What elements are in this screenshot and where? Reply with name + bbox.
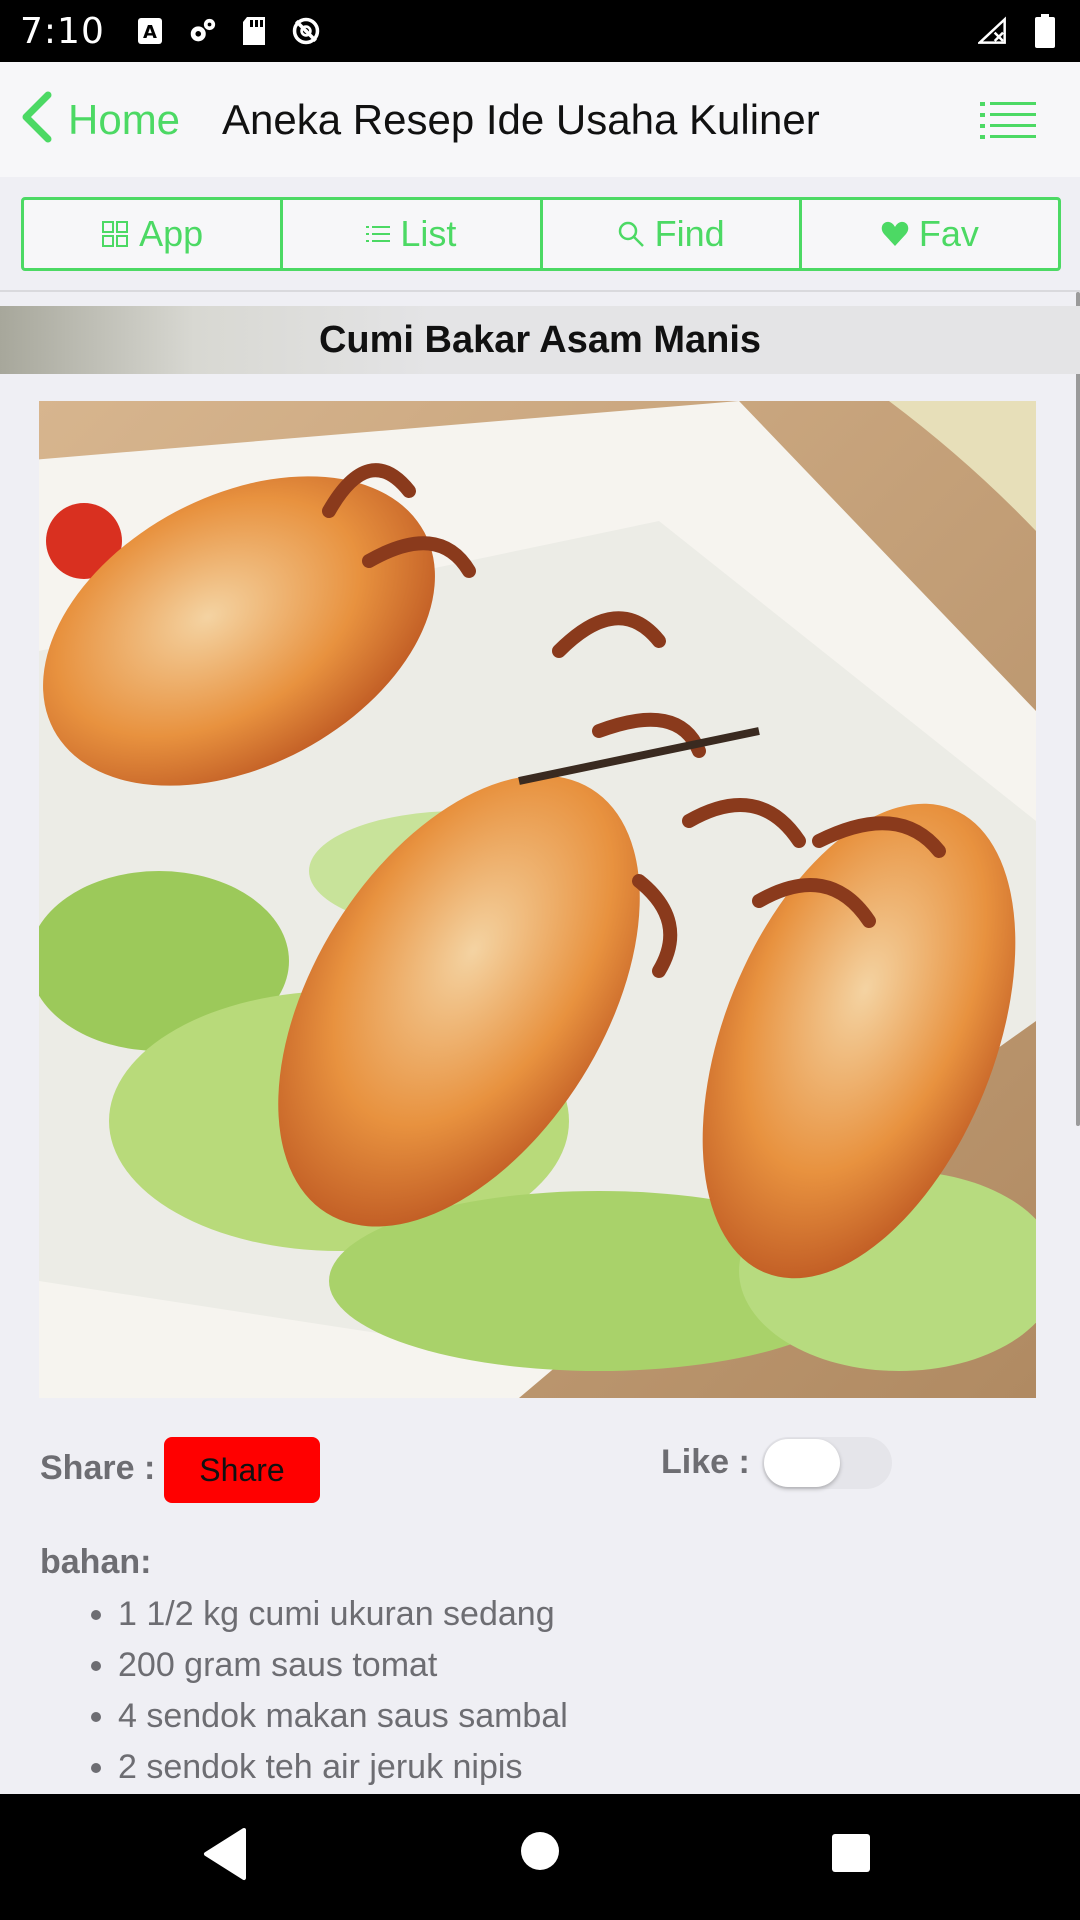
list-icon bbox=[366, 224, 391, 244]
system-home-button[interactable] bbox=[519, 1830, 561, 1877]
tab-find-label: Find bbox=[654, 213, 725, 254]
recipe-image bbox=[39, 401, 1036, 1398]
share-like-row: Share : Share Like : bbox=[40, 1437, 1040, 1503]
ingredient-item: 2 sendok teh air jeruk nipis bbox=[118, 1742, 568, 1793]
back-triangle-icon bbox=[200, 1828, 250, 1888]
segmented-tabs: App List Find Fav bbox=[21, 197, 1061, 271]
tab-list-label: List bbox=[400, 213, 457, 254]
home-circle-icon bbox=[519, 1832, 561, 1876]
like-toggle[interactable] bbox=[762, 1437, 892, 1489]
like-toggle-knob bbox=[764, 1439, 840, 1487]
heart-icon bbox=[881, 221, 909, 247]
no-sync-icon bbox=[291, 16, 321, 46]
ingredient-item: 200 gram saus tomat bbox=[118, 1640, 568, 1691]
scrollbar[interactable] bbox=[1076, 292, 1080, 1126]
back-label: Home bbox=[68, 95, 181, 143]
list-menu-button[interactable] bbox=[980, 100, 1038, 140]
status-time: 7:10 bbox=[20, 10, 105, 52]
search-icon bbox=[617, 220, 645, 248]
sd-card-icon bbox=[239, 16, 269, 46]
status-right-icons bbox=[978, 14, 1060, 48]
navigation-header: Home Aneka Resep Ide Usaha Kuliner bbox=[0, 62, 1080, 177]
share-button[interactable]: Share bbox=[164, 1437, 320, 1503]
page-title: Aneka Resep Ide Usaha Kuliner bbox=[222, 95, 820, 143]
ingredients-heading: bahan: bbox=[40, 1543, 152, 1581]
settings-icon bbox=[187, 16, 217, 46]
tab-list[interactable]: List bbox=[283, 200, 543, 268]
ingredient-item: 1 1/2 kg cumi ukuran sedang bbox=[118, 1589, 568, 1640]
tab-find[interactable]: Find bbox=[543, 200, 802, 268]
recipe-title: Cumi Bakar Asam Manis bbox=[318, 318, 762, 361]
signal-no-data-icon bbox=[978, 16, 1008, 46]
ingredients-list: 1 1/2 kg cumi ukuran sedang 200 gram sau… bbox=[118, 1589, 568, 1793]
header-divider bbox=[0, 290, 1080, 292]
svg-text:A: A bbox=[143, 22, 157, 43]
system-back-button[interactable] bbox=[200, 1824, 250, 1889]
font-a-icon: A bbox=[135, 16, 165, 46]
battery-icon bbox=[1030, 14, 1060, 48]
recipe-title-bar: Cumi Bakar Asam Manis bbox=[0, 306, 1080, 374]
system-recents-button[interactable] bbox=[830, 1832, 872, 1879]
recents-square-icon bbox=[830, 1834, 872, 1878]
status-bar: 7:10 A bbox=[0, 0, 1080, 62]
tab-fav[interactable]: Fav bbox=[802, 200, 1058, 268]
grid-icon bbox=[101, 220, 129, 248]
ingredient-item: 4 sendok makan saus sambal bbox=[118, 1691, 568, 1742]
chevron-left-icon bbox=[18, 91, 54, 148]
list-menu-icon bbox=[980, 102, 1038, 144]
back-home-link[interactable]: Home bbox=[18, 91, 180, 148]
like-label: Like : bbox=[661, 1443, 750, 1481]
share-label: Share : bbox=[40, 1449, 156, 1487]
tab-fav-label: Fav bbox=[918, 213, 979, 254]
tab-app-label: App bbox=[139, 213, 204, 254]
tab-app[interactable]: App bbox=[24, 200, 284, 268]
status-left-icons: A bbox=[135, 16, 321, 46]
system-navigation-bar bbox=[0, 1794, 1080, 1920]
